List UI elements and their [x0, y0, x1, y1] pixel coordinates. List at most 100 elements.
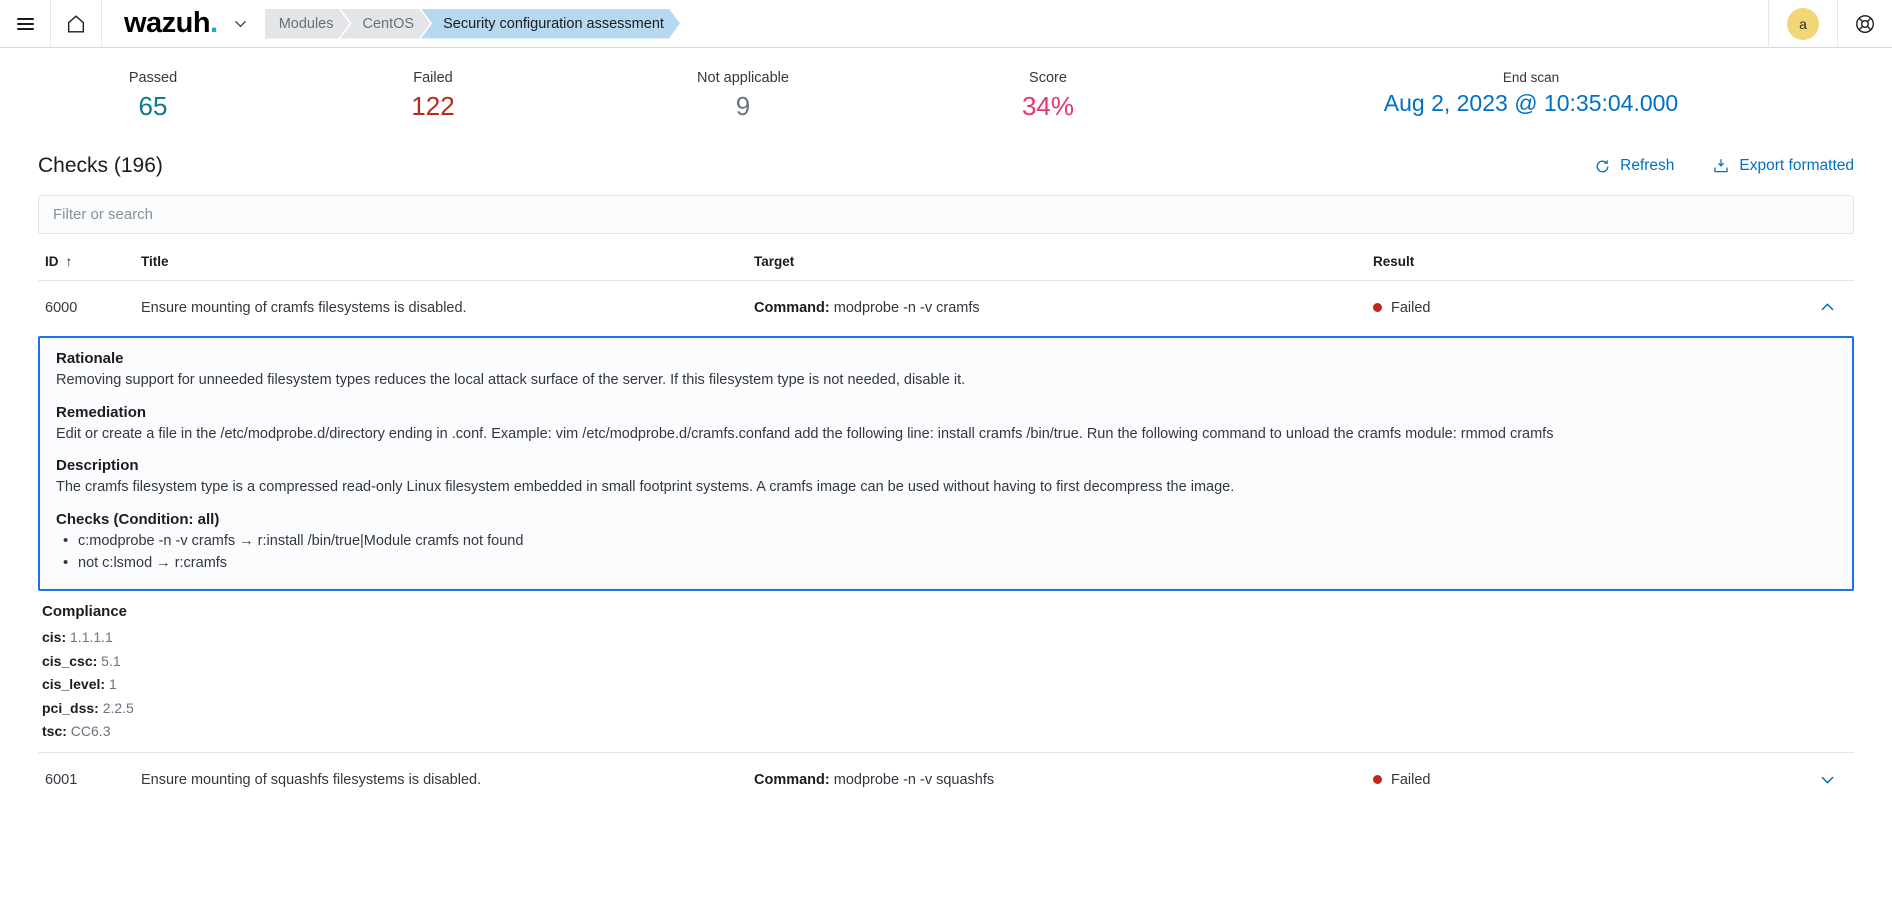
hamburger-menu-button[interactable] [0, 0, 50, 48]
stat-failed: Failed 122 [268, 70, 598, 122]
compliance-value: CC6.3 [70, 722, 111, 739]
detail-remediation: Remediation Edit or create a file in the… [56, 404, 1836, 445]
breadcrumb-item-security-configuration-assessment[interactable]: Security configuration assessment [421, 9, 680, 39]
list-item: c:modprobe -n -v cramfs → r:install /bin… [56, 530, 1836, 553]
export-formatted-button[interactable]: Export formatted [1712, 157, 1854, 175]
cell-target: Command: modprobe -n -v squashfs [754, 772, 1364, 788]
compliance-key: cis_level: [42, 676, 106, 693]
breadcrumb-label: Security configuration assessment [443, 15, 664, 32]
compliance-value: 2.2.5 [102, 699, 134, 716]
cell-target: Command: modprobe -n -v cramfs [754, 300, 1364, 316]
refresh-icon [1596, 160, 1609, 173]
stat-value: 34% [1021, 91, 1075, 121]
detail-text: Edit or create a file in the /etc/modpro… [56, 425, 1554, 442]
detail-rationale: Rationale Removing support for unneeded … [56, 350, 1836, 391]
column-header-target[interactable]: Target [754, 254, 1364, 269]
help-button[interactable] [1838, 13, 1892, 35]
compliance-item: cis_level: 1 [42, 673, 1854, 696]
nav-right-actions: a [1768, 0, 1892, 48]
search-input[interactable] [53, 206, 1839, 224]
compliance-value: 1.1.1.1 [70, 629, 113, 646]
chevron-up-icon [1821, 303, 1834, 311]
checks-table: ID ↑ Title Target Result 6000 Ensure moun… [38, 248, 1854, 806]
breadcrumb-item-modules[interactable]: Modules [265, 9, 350, 39]
breadcrumb-label: CentOS [362, 15, 415, 32]
checks-section-header: Checks (196) Refresh Export formatted [38, 154, 1854, 178]
detail-heading: Rationale [56, 350, 124, 368]
compliance-heading: Compliance [42, 603, 128, 621]
detail-text: The cramfs filesystem type is a compress… [56, 479, 1235, 496]
detail-heading: Description [56, 457, 139, 475]
export-label: Export formatted [1739, 157, 1854, 175]
stat-label: Passed [128, 70, 178, 86]
cell-title: Ensure mounting of squashfs filesystems … [141, 771, 482, 788]
column-header-result[interactable]: Result [1364, 254, 1854, 269]
avatar-initial: a [1799, 15, 1807, 32]
detail-description: Description The cramfs filesystem type i… [56, 457, 1836, 498]
refresh-label: Refresh [1620, 157, 1675, 175]
detail-heading: Checks (Condition: all) [56, 510, 220, 528]
home-button[interactable] [51, 0, 101, 48]
breadcrumb: Modules CentOS Security configuration as… [265, 9, 671, 39]
status-badge: Failed [1391, 299, 1431, 316]
compliance-item: tsc: CC6.3 [42, 720, 1854, 743]
row-collapse-button[interactable] [1818, 298, 1854, 317]
stat-not-applicable: Not applicable 9 [598, 70, 888, 122]
breadcrumb-label: Modules [278, 15, 334, 32]
checks-actions: Refresh Export formatted [1594, 157, 1854, 175]
filter-search-bar[interactable] [38, 195, 1854, 235]
table-row[interactable]: 6000 Ensure mounting of cramfs filesyste… [38, 281, 1854, 334]
stat-value: 65 [138, 91, 168, 121]
cell-id: 6001 [45, 771, 78, 788]
status-badge: Failed [1391, 771, 1431, 788]
stat-label: Failed [413, 70, 453, 86]
check-detail-panel: Rationale Removing support for unneeded … [38, 336, 1854, 592]
column-label: ID [45, 254, 59, 270]
detail-checks-list: c:modprobe -n -v cramfs → r:install /bin… [56, 530, 1836, 575]
stat-value: 9 [735, 91, 751, 121]
compliance-key: cis: [42, 629, 67, 646]
detail-text: Removing support for unneeded filesystem… [56, 372, 966, 389]
refresh-button[interactable]: Refresh [1594, 157, 1674, 175]
compliance-section: Compliance cis: 1.1.1.1 cis_csc: 5.1 cis… [38, 591, 1854, 752]
home-icon [67, 14, 85, 32]
compliance-key: tsc: [42, 722, 67, 739]
stat-label: Not applicable [697, 70, 789, 86]
stat-score: Score 34% [888, 70, 1208, 122]
avatar: a [1787, 7, 1819, 40]
wazuh-logo-area[interactable]: wazuh. [102, 9, 265, 38]
avatar-button[interactable]: a [1769, 7, 1837, 40]
lifebuoy-help-icon [1856, 14, 1874, 33]
stat-passed: Passed 65 [38, 70, 268, 122]
stat-label: End scan [1502, 70, 1560, 85]
hamburger-menu-icon [16, 17, 34, 30]
cell-id: 6000 [45, 299, 78, 316]
table-header-row: ID ↑ Title Target Result [38, 248, 1854, 282]
stat-label: Score [1029, 70, 1067, 86]
stat-end-scan: End scan Aug 2, 2023 @ 10:35:04.000 [1208, 70, 1854, 118]
column-header-title[interactable]: Title [141, 254, 754, 269]
compliance-value: 1 [108, 676, 117, 693]
page-content: Passed 65 Failed 122 Not applicable 9 Sc… [0, 48, 1892, 806]
row-expand-button[interactable] [1818, 770, 1854, 789]
stat-value: 122 [411, 91, 455, 121]
top-navigation-bar: wazuh. Modules CentOS Security configura… [0, 0, 1892, 48]
target-label: Command: [754, 299, 830, 316]
target-value: modprobe -n -v squashfs [829, 771, 995, 788]
detail-heading: Remediation [56, 403, 147, 421]
status-dot-failed-icon [1373, 775, 1382, 785]
status-dot-failed-icon [1373, 303, 1382, 313]
chevron-down-icon[interactable] [232, 15, 249, 32]
detail-checks: Checks (Condition: all) c:modprobe -n -v… [56, 511, 1836, 575]
cell-result: Failed [1364, 298, 1854, 317]
list-item: not c:lsmod → r:cramfs [56, 552, 1836, 575]
breadcrumb-item-centos[interactable]: CentOS [341, 9, 431, 39]
table-row[interactable]: 6001 Ensure mounting of squashfs filesys… [38, 752, 1854, 806]
target-value: modprobe -n -v cramfs [829, 299, 980, 316]
chevron-down-icon [1821, 776, 1834, 785]
compliance-key: pci_dss: [42, 699, 99, 716]
column-header-id[interactable]: ID ↑ [38, 254, 141, 269]
compliance-item: cis: 1.1.1.1 [42, 626, 1854, 649]
target-label: Command: [754, 771, 830, 788]
compliance-item: pci_dss: 2.2.5 [42, 697, 1854, 720]
